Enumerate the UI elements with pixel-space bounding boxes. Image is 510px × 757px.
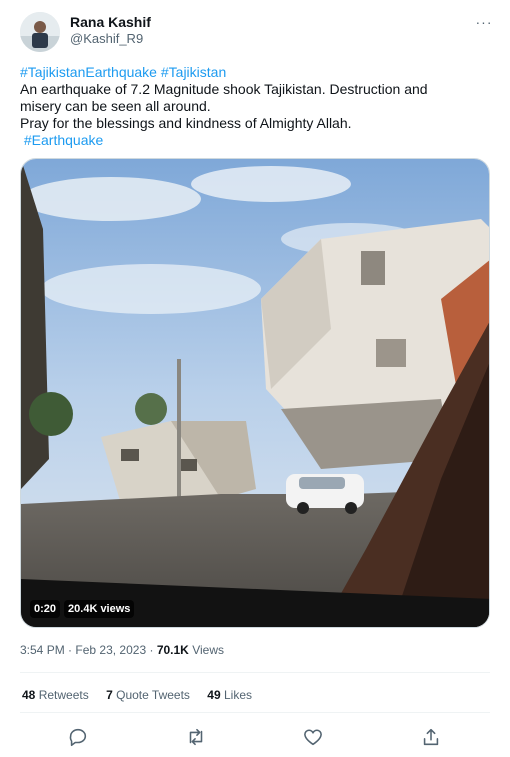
tweet: Rana Kashif @Kashif_R9 ··· #TajikistanEa…	[0, 0, 510, 757]
hashtag-tajikistan[interactable]: #Tajikistan	[161, 64, 226, 80]
avatar[interactable]	[20, 12, 60, 52]
more-icon[interactable]: ···	[474, 14, 494, 30]
meta-separator: ·	[68, 643, 73, 657]
video-player[interactable]	[20, 158, 490, 628]
meta-separator: ·	[149, 643, 154, 657]
tweet-text-line: An earthquake of 7.2 Magnitude shook Taj…	[20, 81, 428, 97]
tweet-stats: 48 Retweets 7 Quote Tweets 49 Likes	[22, 688, 266, 702]
author-handle[interactable]: @Kashif_R9	[70, 31, 143, 47]
author-name[interactable]: Rana Kashif	[70, 14, 151, 30]
hashtag-earthquake[interactable]: #Earthquake	[24, 132, 103, 148]
video-badges: 0:20 20.4K views	[30, 600, 135, 618]
video-duration: 0:20	[30, 600, 61, 618]
likes-stat[interactable]: 49 Likes	[207, 688, 252, 702]
hashtag-tajikistanearthquake[interactable]: #TajikistanEarthquake	[20, 64, 157, 80]
quote-tweets-stat[interactable]: 7 Quote Tweets	[106, 688, 190, 702]
tweet-hashtag-line: #Earthquake	[20, 132, 490, 149]
retweets-stat[interactable]: 48 Retweets	[22, 688, 89, 702]
tweet-text-line: Pray for the blessings and kindness of A…	[20, 115, 352, 131]
quotes-count: 7	[106, 688, 113, 702]
views-count: 70.1K	[156, 643, 189, 657]
divider	[20, 672, 490, 673]
retweets-count: 48	[22, 688, 36, 702]
divider	[20, 712, 490, 713]
tweet-time[interactable]: 3:54 PM	[20, 643, 65, 657]
retweet-icon[interactable]	[185, 726, 207, 748]
action-bar	[20, 724, 490, 750]
likes-label: Likes	[223, 688, 252, 702]
quotes-label: Quote Tweets	[116, 688, 190, 702]
like-icon[interactable]	[302, 726, 324, 748]
retweets-label: Retweets	[38, 688, 89, 702]
tweet-text: #TajikistanEarthquake #Tajikistan An ear…	[20, 64, 490, 149]
share-icon[interactable]	[420, 726, 442, 748]
reply-icon[interactable]	[67, 726, 89, 748]
tweet-hashtag-line: #TajikistanEarthquake #Tajikistan	[20, 64, 490, 81]
tweet-date[interactable]: Feb 23, 2023	[75, 643, 146, 657]
views-label: Views	[192, 643, 224, 657]
tweet-meta: 3:54 PM · Feb 23, 2023 · 70.1K Views	[20, 642, 224, 658]
video-views: 20.4K views	[64, 600, 135, 618]
tweet-text-line: misery can be seen all around.	[20, 98, 211, 114]
likes-count: 49	[207, 688, 221, 702]
